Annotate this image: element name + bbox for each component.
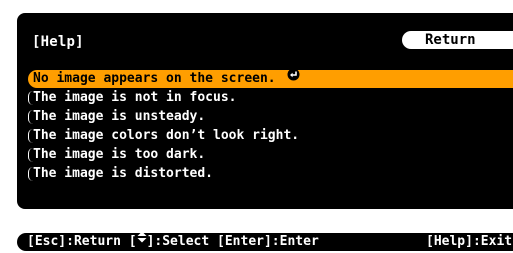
help-topic-label: The image is not in focus. bbox=[33, 90, 237, 105]
key-guide-select-enter: ]:Select [Enter]:Enter bbox=[146, 234, 319, 249]
help-topic-label: No image appears on the screen. bbox=[33, 71, 276, 86]
help-title: [Help] bbox=[32, 34, 84, 50]
help-topic-unsteady[interactable]: The image is unsteady. bbox=[28, 108, 513, 126]
help-topic-label: The image is too dark. bbox=[33, 147, 206, 162]
key-guide-help-exit: [Help]:Exit bbox=[426, 234, 513, 249]
help-topic-not-in-focus[interactable]: The image is not in focus. bbox=[28, 89, 513, 107]
help-topic-too-dark[interactable]: The image is too dark. bbox=[28, 146, 513, 164]
key-guide-esc: [Esc]:Return [ bbox=[27, 234, 137, 249]
help-topic-no-image[interactable]: No image appears on the screen. bbox=[28, 68, 513, 88]
key-guide-bar: [Esc]:Return [ ]:Select [Enter]:Enter [He… bbox=[17, 231, 513, 251]
help-topic-distorted[interactable]: The image is distorted. bbox=[28, 165, 513, 183]
help-panel: [Help] Return No image appears on the sc… bbox=[17, 13, 513, 209]
help-topic-label: The image is unsteady. bbox=[33, 109, 206, 124]
help-topic-colors[interactable]: The image colors don’t look right. bbox=[28, 127, 513, 145]
help-screen: [Help] Return No image appears on the sc… bbox=[0, 0, 513, 253]
help-topic-list: No image appears on the screen. The imag… bbox=[28, 68, 513, 184]
enter-icon bbox=[287, 68, 300, 87]
help-topic-label: The image is distorted. bbox=[33, 166, 214, 181]
help-topic-label: The image colors don’t look right. bbox=[33, 128, 300, 143]
return-button[interactable]: Return bbox=[402, 31, 513, 49]
up-down-arrow-icon bbox=[137, 231, 147, 249]
